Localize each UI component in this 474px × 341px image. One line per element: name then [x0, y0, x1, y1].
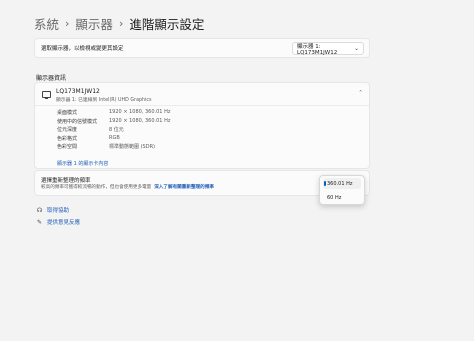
- property-row: 桌面模式 1920 × 1080, 360.01 Hz: [57, 109, 170, 118]
- property-row: 使用中的信號模式 1920 × 1080, 360.01 Hz: [57, 118, 170, 127]
- property-value: RGB: [109, 134, 120, 141]
- property-list: 桌面模式 1920 × 1080, 360.01 Hz 使用中的信號模式 192…: [57, 109, 170, 152]
- display-select-label: 選取顯示器，以檢視或變更其設定: [41, 46, 124, 52]
- property-row: 色彩空間 標準動態範圍 (SDR): [57, 143, 170, 152]
- feedback-label: 提供意見反應: [47, 220, 81, 226]
- breadcrumb-separator: ›: [65, 16, 70, 30]
- section-title: 顯示器資訊: [36, 75, 67, 82]
- property-key: 色彩空間: [57, 144, 78, 150]
- get-help-link[interactable]: ☊ 取得協助: [36, 206, 70, 215]
- refresh-rate-title: 選擇重新整理的頻率: [41, 178, 91, 184]
- property-value: 標準動態範圍 (SDR): [109, 144, 155, 150]
- adapter-properties-link[interactable]: 顯示器 1 的顯示卡內容: [57, 160, 108, 167]
- monitor-subtitle: 顯示器 1: 已連線到 Intel(R) UHD Graphics: [56, 98, 152, 103]
- property-key: 使用中的信號模式: [57, 118, 98, 125]
- property-key: 桌面模式: [57, 110, 78, 116]
- property-value: 1920 × 1080, 360.01 Hz: [109, 109, 171, 115]
- chevron-down-icon: ⌄: [353, 45, 359, 52]
- refresh-rate-option-selected[interactable]: 360.01 Hz: [323, 178, 361, 189]
- breadcrumb-item-system[interactable]: 系統: [34, 14, 59, 33]
- display-select-dropdown[interactable]: 顯示器 1: LQ173M1JW12 ⌄: [292, 42, 364, 56]
- feedback-icon: ✎: [36, 218, 43, 226]
- breadcrumb-item-display[interactable]: 顯示器: [75, 14, 113, 33]
- property-row: 色彩格式 RGB: [57, 135, 170, 144]
- chevron-up-icon[interactable]: ˄: [359, 90, 362, 97]
- breadcrumb: 系統 › 顯示器 › 進階顯示設定: [34, 14, 204, 32]
- monitor-icon: [42, 91, 51, 99]
- help-icon: ☊: [36, 206, 43, 214]
- property-row: 位元深度 8 位元: [57, 126, 170, 135]
- property-key: 位元深度: [57, 127, 78, 133]
- display-select-card: 選取顯示器，以檢視或變更其設定 顯示器 1: LQ173M1JW12 ⌄: [34, 38, 370, 58]
- get-help-label: 取得協助: [47, 208, 70, 214]
- monitor-name: LQ173M1JW12: [56, 88, 100, 95]
- refresh-rate-description: 較高的頻率可獲得較流暢的動作，但也會使用更多電量 深入了解有關重新整理的頻率: [41, 184, 214, 190]
- display-info-card: LQ173M1JW12 顯示器 1: 已連線到 Intel(R) UHD Gra…: [34, 82, 370, 169]
- property-key: 色彩格式: [57, 135, 78, 142]
- refresh-rate-description-text: 較高的頻率可獲得較流暢的動作，但也會使用更多電量: [41, 185, 152, 190]
- property-value: 1920 × 1080, 360.01 Hz: [109, 117, 171, 124]
- learn-more-link[interactable]: 深入了解有關重新整理的頻率: [154, 185, 214, 190]
- monitor-header[interactable]: LQ173M1JW12 顯示器 1: 已連線到 Intel(R) UHD Gra…: [35, 83, 369, 105]
- refresh-rate-dropdown-menu: 360.01 Hz 60 Hz: [319, 175, 365, 205]
- page-title: 進階顯示設定: [129, 16, 205, 32]
- property-value: 8 位元: [109, 127, 124, 133]
- divider: [35, 105, 369, 106]
- feedback-link[interactable]: ✎ 提供意見反應: [36, 218, 81, 227]
- breadcrumb-separator: ›: [118, 16, 124, 30]
- display-select-value: 顯示器 1: LQ173M1JW12: [297, 43, 338, 56]
- refresh-rate-option[interactable]: 60 Hz: [323, 192, 361, 203]
